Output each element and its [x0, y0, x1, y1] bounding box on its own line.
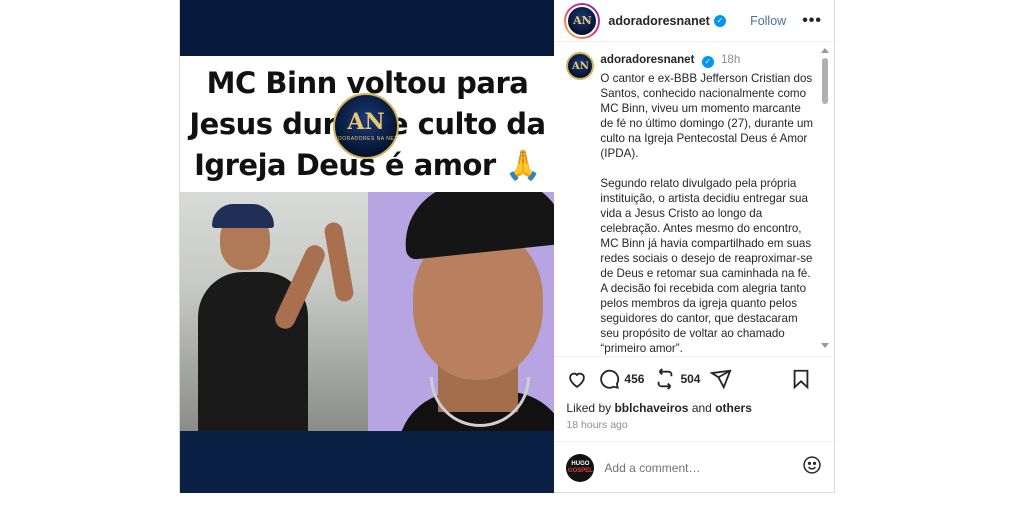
bookmark-icon — [793, 369, 809, 389]
author-username[interactable]: adoradoresnanet — [608, 14, 709, 28]
scroll-up-arrow-icon[interactable] — [821, 48, 829, 53]
caption-time: 18h — [720, 53, 741, 66]
caption-paragraph-1: O cantor e ex-BBB Jefferson Cristian dos… — [600, 72, 814, 160]
repost-count: 504 — [680, 371, 701, 386]
photo-portrait — [368, 192, 555, 431]
share-icon — [710, 369, 733, 389]
image-top-band — [180, 0, 555, 56]
comment-bar: HUGO GOSPEL — [554, 441, 835, 493]
scrollbar-thumb[interactable] — [822, 58, 828, 104]
brand-logo: AN ADORADORES NA NET — [333, 93, 399, 159]
caption-username[interactable]: adoradoresnanet — [600, 53, 694, 66]
liked-by-user-link[interactable]: bblchaveiros — [614, 401, 688, 415]
post-timestamp[interactable]: 18 hours ago — [554, 416, 834, 431]
follow-button[interactable]: Follow — [750, 14, 786, 28]
heart-icon — [569, 372, 586, 388]
caption-body: adoradoresnanet ✓ 18h O cantor e ex-BBB … — [600, 52, 816, 356]
author-avatar[interactable]: AN — [566, 4, 599, 37]
emoji-button[interactable] — [802, 455, 822, 480]
commenter-avatar-text-2: GOSPEL — [567, 467, 593, 474]
repost-icon — [658, 367, 673, 390]
caption-scroll-area[interactable]: AN adoradoresnanet ✓ 18h O cantor e ex-B… — [554, 42, 834, 356]
likes-prefix: Liked by — [566, 401, 615, 415]
photo-collage — [180, 192, 555, 431]
post-modal: MC Binn voltou para Jesus durante culto … — [179, 0, 835, 493]
verified-badge-icon: ✓ — [701, 56, 714, 68]
verified-badge-icon: ✓ — [713, 14, 726, 27]
author-avatar-ring[interactable]: AN — [564, 2, 601, 39]
scroll-down-arrow-icon[interactable] — [821, 343, 829, 348]
comment-input[interactable] — [604, 460, 803, 475]
person-raised-arm — [323, 221, 355, 303]
caption-text: O cantor e ex-BBB Jefferson Cristian dos… — [600, 71, 816, 356]
action-bar: 456 504 — [554, 356, 834, 400]
post-image[interactable]: MC Binn voltou para Jesus durante culto … — [180, 0, 555, 493]
share-button[interactable] — [710, 368, 733, 390]
liked-by-others-link[interactable]: others — [715, 401, 752, 415]
post-sidebar: AN adoradoresnanet ✓ Follow ••• AN adora… — [554, 0, 835, 493]
commenter-avatar[interactable]: HUGO GOSPEL — [566, 453, 595, 482]
commenter-avatar-text-1: HUGO — [571, 460, 590, 467]
likes-summary: Liked by bblchaveiros and others — [554, 400, 834, 416]
portrait-cap — [399, 192, 555, 261]
caption-scrollbar[interactable] — [820, 46, 830, 350]
likes-middle: and — [688, 401, 716, 415]
repost-button[interactable]: 504 — [654, 367, 701, 390]
more-options-icon[interactable]: ••• — [802, 12, 822, 30]
comment-button[interactable]: 456 — [598, 368, 644, 390]
emoji-icon — [803, 456, 822, 474]
photo-worship — [180, 192, 368, 431]
comment-icon — [600, 369, 620, 389]
image-bottom-band — [180, 431, 555, 493]
logo-caption: ADORADORES NA NET — [334, 135, 398, 142]
caption: AN adoradoresnanet ✓ 18h O cantor e ex-B… — [566, 52, 816, 356]
save-button[interactable] — [790, 368, 812, 390]
post-header: AN adoradoresnanet ✓ Follow ••• — [554, 0, 834, 42]
person-cap — [212, 204, 274, 228]
caption-paragraph-2: Segundo relato divulgado pela própria in… — [600, 177, 813, 355]
caption-avatar[interactable]: AN — [566, 52, 595, 80]
like-button[interactable] — [566, 368, 588, 390]
comment-count: 456 — [624, 371, 645, 386]
logo-letters: AN — [347, 108, 385, 135]
